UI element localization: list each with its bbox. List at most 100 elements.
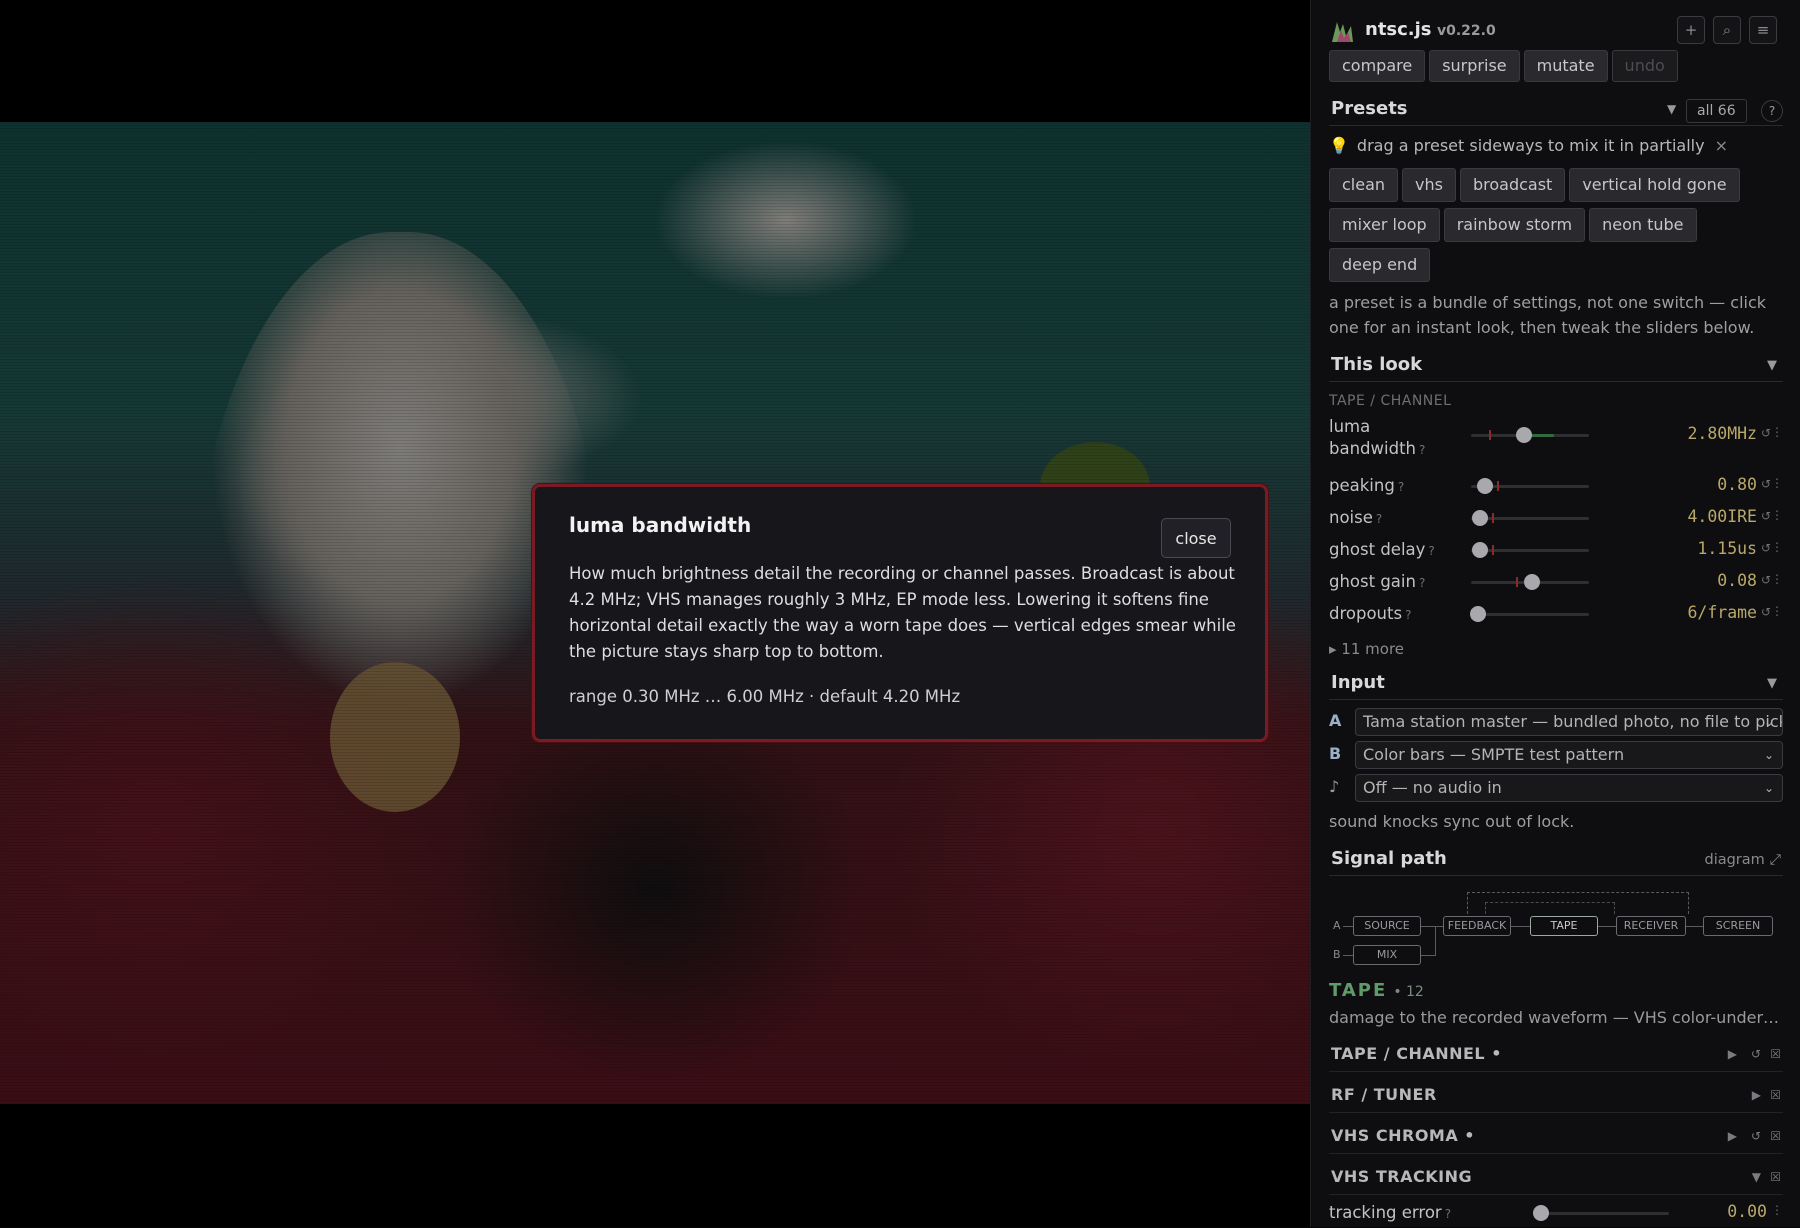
more-icon[interactable]: ⋮ (1771, 1203, 1783, 1217)
preset-neon-tube[interactable]: neon tube (1589, 208, 1697, 242)
slider-value[interactable]: 0.80 (1717, 475, 1757, 494)
slider-label: ghost delay? (1329, 539, 1469, 562)
slider-knob[interactable] (1472, 510, 1489, 526)
bypass-icon[interactable]: ☒ (1770, 1170, 1781, 1184)
crosshair-icon[interactable]: + (1677, 16, 1705, 44)
node-source[interactable]: SOURCE (1353, 916, 1421, 936)
input-b-select[interactable]: Color bars — SMPTE test pattern ⌄ (1355, 741, 1783, 769)
menu-icon[interactable]: ≡ (1749, 16, 1777, 44)
this-look-header[interactable]: This look ▼ (1329, 352, 1783, 382)
input-collapse-icon[interactable]: ▼ (1767, 676, 1777, 691)
presets-help-button[interactable]: ? (1761, 100, 1783, 122)
bypass-icon[interactable]: ☒ (1770, 1047, 1781, 1061)
more-sliders-toggle[interactable]: ▸ 11 more (1329, 640, 1404, 658)
node-tape[interactable]: TAPE (1530, 916, 1598, 936)
compare-button[interactable]: compare (1329, 50, 1426, 82)
bypass-icon[interactable]: ☒ (1770, 1088, 1781, 1102)
play-icon[interactable]: ▶ (1752, 1088, 1761, 1102)
slider-value[interactable]: 4.00IRE (1687, 507, 1757, 526)
slider-knob[interactable] (1533, 1205, 1549, 1221)
help-modal: luma bandwidth close How much brightness… (531, 483, 1269, 743)
play-icon[interactable]: ▶ (1728, 1129, 1737, 1143)
reset-icon[interactable]: ↺ (1751, 1047, 1761, 1061)
slider-value[interactable]: 1.15us (1697, 539, 1757, 558)
more-icon[interactable]: ⋮ (1771, 540, 1783, 554)
help-icon[interactable]: ? (1419, 576, 1425, 590)
slider-knob[interactable] (1477, 478, 1494, 494)
node-feedback[interactable]: FEEDBACK (1443, 916, 1511, 936)
surprise-button[interactable]: surprise (1429, 50, 1520, 82)
search-icon[interactable]: ⌕ (1713, 16, 1741, 44)
section-vhs-tracking[interactable]: VHS TRACKING ▼ ☒ (1329, 1161, 1783, 1195)
reset-icon[interactable]: ↺ (1761, 541, 1771, 555)
slider-luma-bandwidth: luma bandwidth? 2.80MHz ↺ ⋮ (1329, 417, 1783, 458)
preset-deep-end[interactable]: deep end (1329, 248, 1431, 282)
reset-icon[interactable]: ↺ (1761, 509, 1771, 523)
help-icon[interactable]: ? (1398, 480, 1404, 494)
undo-button[interactable]: undo (1611, 50, 1678, 82)
slider-knob[interactable] (1472, 542, 1489, 558)
reset-icon[interactable]: ↺ (1751, 1129, 1761, 1143)
preset-mixer-loop[interactable]: mixer loop (1329, 208, 1440, 242)
node-screen[interactable]: SCREEN (1703, 916, 1773, 936)
slider-value[interactable]: 6/frame (1687, 603, 1757, 622)
slider-knob[interactable] (1516, 427, 1533, 443)
reset-icon[interactable]: ↺ (1761, 426, 1771, 440)
section-rf-tuner[interactable]: RF / TUNER ▶ ☒ (1329, 1079, 1783, 1113)
section-label: TAPE / CHANNEL • (1331, 1044, 1502, 1063)
slider-track[interactable] (1471, 478, 1589, 494)
preset-vhs[interactable]: vhs (1402, 168, 1456, 202)
this-look-collapse-icon[interactable]: ▼ (1767, 358, 1777, 373)
tip-close-icon[interactable]: × (1715, 136, 1728, 155)
slider-track[interactable] (1471, 510, 1589, 526)
input-a-select[interactable]: Tama station master — bundled photo, no … (1355, 708, 1783, 736)
help-icon[interactable]: ? (1419, 443, 1425, 457)
slider-value[interactable]: 0.08 (1717, 571, 1757, 590)
help-icon[interactable]: ? (1428, 544, 1434, 558)
preset-rainbow-storm[interactable]: rainbow storm (1443, 208, 1586, 242)
link-line (1421, 955, 1435, 956)
slider-knob[interactable] (1524, 574, 1541, 590)
preset-vertical-hold-gone[interactable]: vertical hold gone (1569, 168, 1740, 202)
link-line (1343, 955, 1353, 956)
slider-dropouts: dropouts? 6/frame ↺ ⋮ (1329, 599, 1783, 629)
diagram-link[interactable]: diagram ⤢ (1704, 852, 1781, 868)
more-icon[interactable]: ⋮ (1771, 604, 1783, 618)
node-receiver[interactable]: RECEIVER (1616, 916, 1686, 936)
collapse-icon[interactable]: ▼ (1752, 1170, 1761, 1184)
slider-value[interactable]: 2.80MHz (1687, 424, 1757, 443)
slider-value[interactable]: 0.00 (1727, 1202, 1767, 1221)
preset-filter[interactable]: all 66 (1686, 99, 1747, 123)
slider-label-text: noise (1329, 508, 1373, 527)
section-tape-channel[interactable]: TAPE / CHANNEL • ▶ ↺ ☒ (1329, 1038, 1783, 1072)
modal-close-button[interactable]: close (1161, 518, 1231, 558)
more-icon[interactable]: ⋮ (1771, 476, 1783, 490)
slider-track[interactable] (1471, 574, 1589, 590)
mutate-button[interactable]: mutate (1523, 50, 1608, 82)
chevron-down-icon: ⌄ (1763, 715, 1774, 729)
help-icon[interactable]: ? (1405, 608, 1411, 622)
presets-collapse-icon[interactable]: ▼ (1667, 102, 1676, 116)
reset-icon[interactable]: ↺ (1761, 605, 1771, 619)
slider-track[interactable] (1470, 606, 1589, 622)
section-vhs-chroma[interactable]: VHS CHROMA • ▶ ↺ ☒ (1329, 1120, 1783, 1154)
more-icon[interactable]: ⋮ (1771, 572, 1783, 586)
audio-select[interactable]: Off — no audio in ⌄ (1355, 774, 1783, 802)
preset-clean[interactable]: clean (1329, 168, 1399, 202)
node-mix[interactable]: MIX (1353, 945, 1421, 965)
slider-track[interactable] (1471, 542, 1589, 558)
help-icon[interactable]: ? (1376, 512, 1382, 526)
more-icon[interactable]: ⋮ (1771, 425, 1783, 439)
input-a-value: Tama station master — bundled photo, no … (1363, 712, 1783, 731)
preset-broadcast[interactable]: broadcast (1459, 168, 1566, 202)
help-icon[interactable]: ? (1445, 1207, 1451, 1221)
slider-knob[interactable] (1470, 606, 1487, 622)
slider-track[interactable] (1533, 1205, 1669, 1221)
input-header[interactable]: Input ▼ (1329, 670, 1783, 700)
reset-icon[interactable]: ↺ (1761, 573, 1771, 587)
slider-track[interactable] (1471, 427, 1589, 443)
play-icon[interactable]: ▶ (1728, 1047, 1737, 1061)
bypass-icon[interactable]: ☒ (1770, 1129, 1781, 1143)
reset-icon[interactable]: ↺ (1761, 477, 1771, 491)
more-icon[interactable]: ⋮ (1771, 508, 1783, 522)
